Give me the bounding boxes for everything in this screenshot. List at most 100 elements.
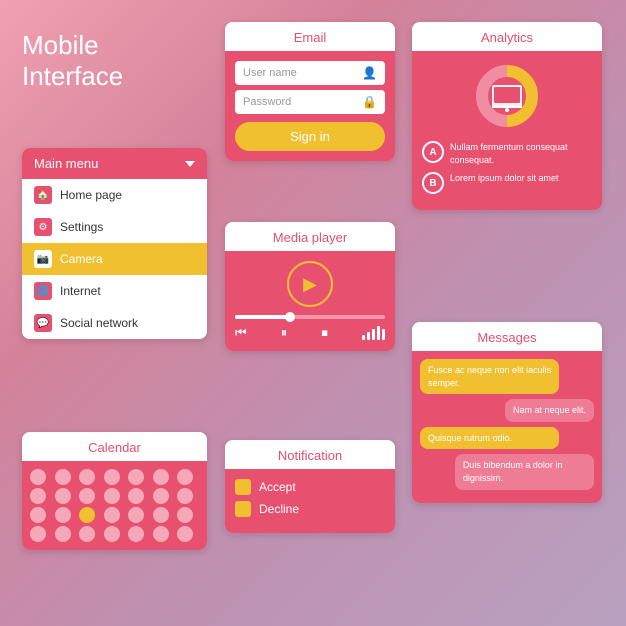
cal-day[interactable] <box>79 526 95 542</box>
message-bubble-3: Quisque rutrum odio. <box>420 427 559 450</box>
vol-bar-3 <box>372 329 375 340</box>
vol-bar-1 <box>362 335 365 340</box>
cal-day[interactable] <box>177 526 193 542</box>
email-card-header: Email <box>225 22 395 51</box>
cal-day[interactable] <box>30 526 46 542</box>
media-player-card: Media player ▶ ⏮ ⏸ ⏹ <box>225 222 395 351</box>
calendar-title: Calendar <box>88 440 141 455</box>
menu-item-camera-label: Camera <box>60 252 103 266</box>
cal-day[interactable] <box>30 488 46 504</box>
message-text-4: Duis bibendum a dolor in dignissim. <box>463 460 563 483</box>
settings-icon: ⚙ <box>34 218 52 236</box>
email-title: Email <box>294 30 327 45</box>
cal-day[interactable] <box>104 507 120 523</box>
message-text-1: Fusce ac neque non elit iaculis semper. <box>428 365 551 388</box>
cal-day[interactable] <box>55 507 71 523</box>
notification-title: Notification <box>278 448 342 463</box>
home-icon: 🏠 <box>34 186 52 204</box>
menu-item-internet-label: Internet <box>60 284 101 298</box>
analytics-card-body: A Nullam fermentum consequat consequat. … <box>412 51 602 210</box>
notif-card-body: Accept Decline <box>225 469 395 533</box>
cal-day[interactable] <box>177 507 193 523</box>
menu-item-internet[interactable]: 🌐 Internet <box>22 275 207 307</box>
cal-day[interactable] <box>104 469 120 485</box>
cal-day[interactable] <box>128 507 144 523</box>
menu-dropdown-arrow[interactable] <box>185 161 195 167</box>
cal-day[interactable] <box>153 469 169 485</box>
badge-b: B <box>422 172 444 194</box>
menu-item-camera[interactable]: 📷 Camera <box>22 243 207 275</box>
messages-card-header: Messages <box>412 322 602 351</box>
cal-day[interactable] <box>104 526 120 542</box>
prev-button[interactable]: ⏮ <box>235 325 247 341</box>
camera-icon: 📷 <box>34 250 52 268</box>
cal-day[interactable] <box>79 469 95 485</box>
stop-button[interactable]: ⏹ <box>321 325 328 341</box>
media-card-body: ▶ ⏮ ⏸ ⏹ <box>225 251 395 351</box>
password-input[interactable]: Password 🔒 <box>235 90 385 114</box>
cal-day[interactable] <box>55 488 71 504</box>
pause-button[interactable]: ⏸ <box>281 325 288 341</box>
message-bubble-2: Nam at neque elit. <box>505 399 594 422</box>
progress-dot <box>285 312 295 322</box>
cal-day[interactable] <box>30 507 46 523</box>
username-placeholder: User name <box>243 67 297 79</box>
notif-card-header: Notification <box>225 440 395 469</box>
progress-bar[interactable] <box>235 315 385 319</box>
notification-card: Notification Accept Decline <box>225 440 395 533</box>
cal-day[interactable] <box>153 526 169 542</box>
message-bubble-1: Fusce ac neque non elit iaculis semper. <box>420 359 559 394</box>
cal-day[interactable] <box>128 488 144 504</box>
analytics-card: Analytics A Nullam fermentum consequat c… <box>412 22 602 210</box>
donut-chart-wrap <box>422 61 592 131</box>
username-input[interactable]: User name 👤 <box>235 61 385 85</box>
menu-item-social-label: Social network <box>60 316 138 330</box>
cal-day[interactable] <box>79 488 95 504</box>
cal-day[interactable] <box>55 469 71 485</box>
cal-day[interactable] <box>177 469 193 485</box>
message-text-3: Quisque rutrum odio. <box>428 433 512 443</box>
cal-day[interactable] <box>153 507 169 523</box>
cal-day[interactable] <box>128 469 144 485</box>
cal-day[interactable] <box>104 488 120 504</box>
decline-checkbox[interactable] <box>235 501 251 517</box>
accept-label: Accept <box>259 480 296 494</box>
calendar-card: Calendar <box>22 432 207 550</box>
accept-checkbox[interactable] <box>235 479 251 495</box>
lock-icon: 🔒 <box>362 95 377 109</box>
analytics-text-a: Nullam fermentum consequat consequat. <box>450 141 592 166</box>
signin-button[interactable]: Sign in <box>235 122 385 151</box>
internet-icon: 🌐 <box>34 282 52 300</box>
media-card-header: Media player <box>225 222 395 251</box>
analytics-text-b: Lorem ipsum dolor sit amet <box>450 172 559 185</box>
cal-day[interactable] <box>153 488 169 504</box>
menu-item-home[interactable]: 🏠 Home page <box>22 179 207 211</box>
analytics-item-a: A Nullam fermentum consequat consequat. <box>422 141 592 166</box>
badge-a: A <box>422 141 444 163</box>
cal-day[interactable] <box>55 526 71 542</box>
media-title: Media player <box>273 230 347 245</box>
decline-label: Decline <box>259 502 299 516</box>
title-line2: Interface <box>22 61 123 92</box>
menu-item-settings[interactable]: ⚙ Settings <box>22 211 207 243</box>
progress-fill <box>235 315 288 319</box>
cal-day-active[interactable] <box>79 507 95 523</box>
calendar-card-header: Calendar <box>22 432 207 461</box>
social-icon: 💬 <box>34 314 52 332</box>
title-line1: Mobile <box>22 30 123 61</box>
user-icon: 👤 <box>362 66 377 80</box>
signin-label: Sign in <box>290 129 330 144</box>
menu-item-home-label: Home page <box>60 188 122 202</box>
page-title: Mobile Interface <box>22 30 123 92</box>
cal-day[interactable] <box>128 526 144 542</box>
donut-chart <box>472 61 542 131</box>
cal-day[interactable] <box>177 488 193 504</box>
vol-bar-2 <box>367 332 370 340</box>
menu-item-social[interactable]: 💬 Social network <box>22 307 207 339</box>
cal-day[interactable] <box>30 469 46 485</box>
media-controls: ⏮ ⏸ ⏹ <box>235 325 385 341</box>
messages-card-body: Fusce ac neque non elit iaculis semper. … <box>412 351 602 503</box>
messages-title: Messages <box>477 330 536 345</box>
menu-header-label: Main menu <box>34 156 98 171</box>
play-button[interactable]: ▶ <box>287 261 333 307</box>
